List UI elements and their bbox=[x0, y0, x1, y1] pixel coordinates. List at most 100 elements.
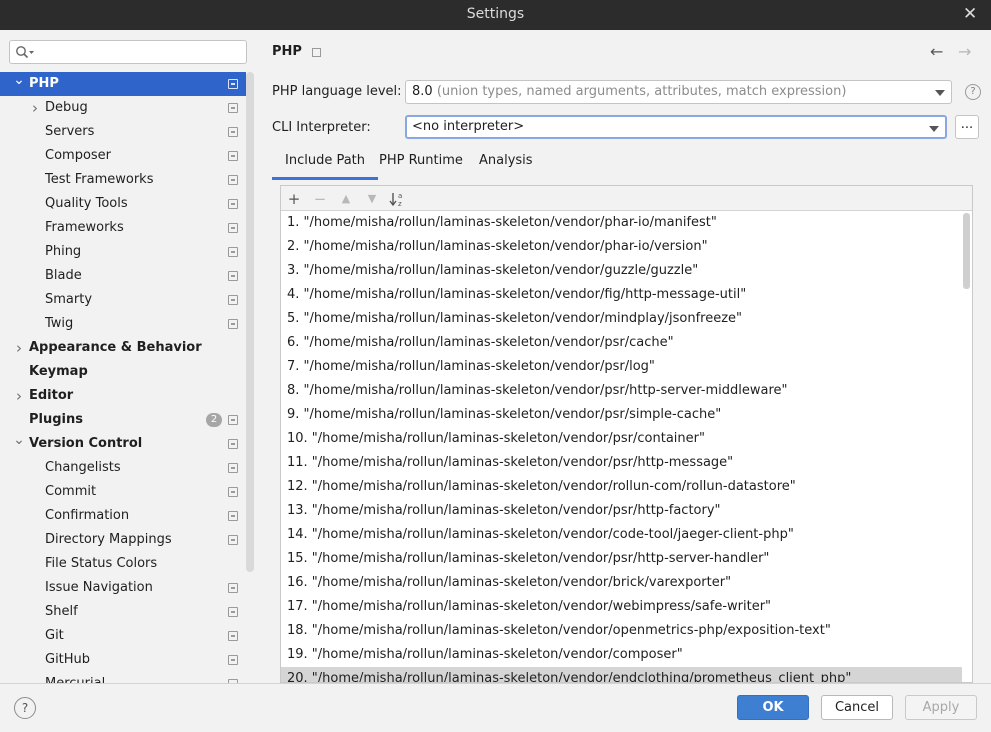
sidebar-item[interactable]: Twig bbox=[0, 312, 246, 336]
back-arrow-icon[interactable]: ← bbox=[930, 42, 943, 61]
sidebar-item[interactable]: Issue Navigation bbox=[0, 576, 246, 600]
list-item[interactable]: 13. "/home/misha/rollun/laminas-skeleton… bbox=[281, 499, 962, 523]
sidebar-scrollbar[interactable] bbox=[246, 72, 254, 572]
list-item[interactable]: 8. "/home/misha/rollun/laminas-skeleton/… bbox=[281, 379, 962, 403]
list-item[interactable]: 15. "/home/misha/rollun/laminas-skeleton… bbox=[281, 547, 962, 571]
sidebar-item[interactable]: Phing bbox=[0, 240, 246, 264]
tab-include-path[interactable]: Include Path bbox=[272, 148, 379, 180]
sidebar-item[interactable]: Directory Mappings bbox=[0, 528, 246, 552]
sidebar-item-label: Smarty bbox=[45, 292, 93, 307]
project-scope-icon bbox=[228, 271, 238, 281]
sidebar-item[interactable]: GitHub bbox=[0, 648, 246, 672]
project-scope-icon bbox=[228, 487, 238, 497]
sidebar-item[interactable]: File Status Colors bbox=[0, 552, 246, 576]
sidebar-item[interactable]: Confirmation bbox=[0, 504, 246, 528]
list-item[interactable]: 14. "/home/misha/rollun/laminas-skeleton… bbox=[281, 523, 962, 547]
sidebar-item[interactable]: ⌄ Version Control bbox=[0, 432, 246, 456]
project-scope-icon bbox=[228, 439, 238, 449]
sidebar-item[interactable]: Keymap bbox=[0, 360, 246, 384]
sidebar-item[interactable]: Shelf bbox=[0, 600, 246, 624]
sidebar-item-label: Quality Tools bbox=[45, 196, 128, 211]
sidebar-item-label: Commit bbox=[45, 484, 97, 499]
help-icon[interactable]: ? bbox=[965, 84, 981, 100]
project-scope-icon bbox=[228, 655, 238, 665]
chevron-down-icon[interactable]: ⌄ bbox=[13, 72, 25, 96]
include-path-list[interactable]: 1. "/home/misha/rollun/laminas-skeleton/… bbox=[281, 211, 962, 682]
list-item[interactable]: 6. "/home/misha/rollun/laminas-skeleton/… bbox=[281, 331, 962, 355]
sidebar-item-label: Frameworks bbox=[45, 220, 124, 235]
sidebar-item[interactable]: › Editor bbox=[0, 384, 246, 408]
apply-button[interactable]: Apply bbox=[905, 695, 977, 720]
chevron-down-icon[interactable]: ⌄ bbox=[13, 432, 25, 456]
sidebar-item[interactable]: Blade bbox=[0, 264, 246, 288]
chevron-down-icon bbox=[935, 90, 945, 96]
settings-tree: ⌄ PHP › Debug Servers Composer Test Frameworks… bbox=[0, 72, 246, 683]
tab-analysis[interactable]: Analysis bbox=[466, 148, 546, 180]
list-item[interactable]: 17. "/home/misha/rollun/laminas-skeleton… bbox=[281, 595, 962, 619]
project-scope-icon bbox=[228, 295, 238, 305]
sidebar-item[interactable]: › Debug bbox=[0, 96, 246, 120]
sidebar-item[interactable]: Smarty bbox=[0, 288, 246, 312]
sidebar-item[interactable]: Quality Tools bbox=[0, 192, 246, 216]
forward-arrow-icon[interactable]: → bbox=[958, 42, 971, 61]
chevron-right-icon[interactable]: › bbox=[13, 336, 25, 360]
sidebar-item[interactable]: › Appearance & Behavior bbox=[0, 336, 246, 360]
list-item[interactable]: 5. "/home/misha/rollun/laminas-skeleton/… bbox=[281, 307, 962, 331]
list-scrollbar[interactable] bbox=[963, 213, 970, 289]
sort-alpha-icon[interactable]: a z bbox=[388, 189, 408, 209]
sidebar-item[interactable]: Mercurial bbox=[0, 672, 246, 683]
project-scope-icon bbox=[228, 319, 238, 329]
chevron-right-icon[interactable]: › bbox=[13, 384, 25, 408]
help-button[interactable]: ? bbox=[14, 697, 36, 719]
list-item[interactable]: 20. "/home/misha/rollun/laminas-skeleton… bbox=[281, 667, 962, 682]
sidebar-item[interactable]: Test Frameworks bbox=[0, 168, 246, 192]
list-item[interactable]: 7. "/home/misha/rollun/laminas-skeleton/… bbox=[281, 355, 962, 379]
sidebar-item-label: Directory Mappings bbox=[45, 532, 172, 547]
sidebar-item-label: Composer bbox=[45, 148, 112, 163]
chevron-down-icon bbox=[929, 126, 939, 132]
project-scope-icon bbox=[312, 48, 321, 57]
cancel-button[interactable]: Cancel bbox=[821, 695, 893, 720]
list-item[interactable]: 9. "/home/misha/rollun/laminas-skeleton/… bbox=[281, 403, 962, 427]
project-scope-icon bbox=[228, 223, 238, 233]
project-scope-icon bbox=[228, 247, 238, 257]
list-item[interactable]: 19. "/home/misha/rollun/laminas-skeleton… bbox=[281, 643, 962, 667]
tab-php-runtime[interactable]: PHP Runtime bbox=[366, 148, 476, 180]
chevron-right-icon[interactable]: › bbox=[29, 96, 41, 120]
list-item[interactable]: 2. "/home/misha/rollun/laminas-skeleton/… bbox=[281, 235, 962, 259]
sidebar-item-label: GitHub bbox=[45, 652, 91, 667]
project-scope-icon bbox=[228, 103, 238, 113]
ok-button[interactable]: OK bbox=[737, 695, 809, 720]
sidebar-item-label: Changelists bbox=[45, 460, 121, 475]
list-item[interactable]: 4. "/home/misha/rollun/laminas-skeleton/… bbox=[281, 283, 962, 307]
list-item[interactable]: 16. "/home/misha/rollun/laminas-skeleton… bbox=[281, 571, 962, 595]
search-input[interactable] bbox=[9, 40, 247, 64]
list-item[interactable]: 11. "/home/misha/rollun/laminas-skeleton… bbox=[281, 451, 962, 475]
sidebar-item-label: Appearance & Behavior bbox=[29, 340, 202, 355]
remove-icon[interactable]: − bbox=[310, 189, 330, 209]
sidebar-item-label: PHP bbox=[29, 76, 59, 91]
list-item[interactable]: 10. "/home/misha/rollun/laminas-skeleton… bbox=[281, 427, 962, 451]
sidebar-item[interactable]: Composer bbox=[0, 144, 246, 168]
language-level-select[interactable]: 8.0 (union types, named arguments, attri… bbox=[405, 80, 952, 104]
sidebar-item[interactable]: Git bbox=[0, 624, 246, 648]
browse-interpreter-button[interactable]: ... bbox=[955, 115, 979, 139]
list-item[interactable]: 1. "/home/misha/rollun/laminas-skeleton/… bbox=[281, 211, 962, 235]
page-title: PHP bbox=[272, 44, 302, 59]
project-scope-icon bbox=[228, 607, 238, 617]
move-up-icon[interactable]: ▲ bbox=[336, 189, 356, 209]
list-item[interactable]: 3. "/home/misha/rollun/laminas-skeleton/… bbox=[281, 259, 962, 283]
svg-text:z: z bbox=[398, 200, 402, 208]
move-down-icon[interactable]: ▼ bbox=[362, 189, 382, 209]
cli-interpreter-select[interactable]: <no interpreter> bbox=[405, 115, 947, 139]
close-icon[interactable]: ✕ bbox=[963, 6, 977, 23]
sidebar-item[interactable]: ⌄ PHP bbox=[0, 72, 246, 96]
sidebar-item[interactable]: Commit bbox=[0, 480, 246, 504]
list-item[interactable]: 12. "/home/misha/rollun/laminas-skeleton… bbox=[281, 475, 962, 499]
sidebar-item[interactable]: Frameworks bbox=[0, 216, 246, 240]
sidebar-item[interactable]: Changelists bbox=[0, 456, 246, 480]
add-icon[interactable]: + bbox=[284, 189, 304, 209]
sidebar-item[interactable]: Servers bbox=[0, 120, 246, 144]
sidebar-item[interactable]: Plugins 2 bbox=[0, 408, 246, 432]
list-item[interactable]: 18. "/home/misha/rollun/laminas-skeleton… bbox=[281, 619, 962, 643]
